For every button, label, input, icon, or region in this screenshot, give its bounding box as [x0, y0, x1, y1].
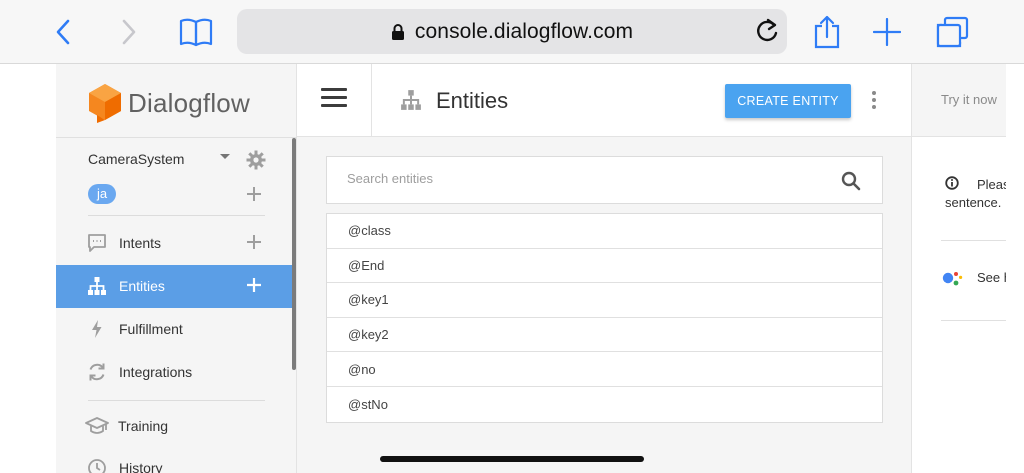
- book-icon: [179, 18, 213, 47]
- bookmarks-button[interactable]: [177, 14, 215, 50]
- entity-row[interactable]: @class: [327, 214, 882, 249]
- chevron-right-icon: [122, 19, 136, 45]
- plus-icon: [247, 235, 261, 249]
- sidebar-item-label: Entities: [119, 278, 165, 294]
- sidebar-item-label: Intents: [119, 235, 162, 251]
- kebab-icon-dot: [872, 105, 876, 109]
- lock-icon: [391, 23, 404, 40]
- sidebar-item-training[interactable]: Training: [56, 405, 292, 447]
- test-console-panel: Try it now Pleas sentence. See h: [911, 64, 1007, 473]
- sidebar-item-label: Fulfillment: [119, 321, 183, 337]
- hierarchy-icon: [87, 276, 107, 296]
- kebab-icon-dot: [872, 91, 876, 95]
- language-badge[interactable]: ja: [88, 184, 117, 204]
- info-message: Pleas sentence.: [945, 177, 1007, 210]
- entity-row[interactable]: @no: [327, 352, 882, 387]
- divider: [941, 240, 1007, 241]
- assistant-link-text[interactable]: See h: [977, 270, 1007, 285]
- entity-row[interactable]: @key2: [327, 318, 882, 353]
- google-assistant-icon: [942, 270, 964, 291]
- back-button[interactable]: [45, 14, 81, 50]
- window-edge: [1006, 64, 1024, 473]
- sidebar-item-label: Training: [118, 418, 169, 434]
- entity-list: @class @End @key1 @key2 @no @stNo: [326, 213, 883, 423]
- graduation-cap-icon: [85, 416, 109, 436]
- forward-button[interactable]: [111, 14, 147, 50]
- chat-icon: [87, 233, 107, 253]
- caret-down-icon: [220, 154, 230, 159]
- plus-icon: [247, 278, 261, 292]
- search-input[interactable]: [347, 171, 817, 186]
- divider: [941, 320, 1007, 321]
- add-entity-button[interactable]: [246, 277, 262, 298]
- divider: [88, 400, 265, 401]
- sidebar: Dialogflow CameraSystem ja Intents Entit…: [56, 64, 297, 473]
- plus-icon: [873, 18, 901, 46]
- add-language-button[interactable]: [246, 186, 262, 207]
- sidebar-item-entities[interactable]: Entities: [56, 265, 292, 308]
- page-title: Entities: [436, 88, 509, 113]
- search-icon[interactable]: [840, 170, 862, 197]
- test-console-header: Try it now: [912, 64, 1007, 137]
- sidebar-item-integrations[interactable]: Integrations: [56, 351, 292, 393]
- share-icon: [814, 15, 840, 49]
- chevron-left-icon: [56, 19, 70, 45]
- sidebar-item-intents[interactable]: Intents: [56, 222, 292, 264]
- try-it-now-input[interactable]: Try it now: [941, 92, 997, 107]
- tabs-icon: [936, 16, 969, 48]
- browser-toolbar: console.dialogflow.com: [0, 0, 1024, 64]
- menu-toggle-button[interactable]: [321, 88, 347, 108]
- home-indicator[interactable]: [380, 456, 644, 462]
- divider: [371, 64, 372, 137]
- address-bar[interactable]: console.dialogflow.com: [237, 9, 787, 54]
- logo-text: Dialogflow: [128, 87, 250, 118]
- agent-settings-button[interactable]: [246, 150, 266, 175]
- search-box: [326, 156, 883, 204]
- dialogflow-logo[interactable]: Dialogflow: [87, 83, 250, 123]
- entity-row[interactable]: @End: [327, 249, 882, 284]
- create-entity-button[interactable]: CREATE ENTITY: [725, 84, 851, 118]
- share-button[interactable]: [809, 14, 845, 50]
- sidebar-item-label: Integrations: [119, 364, 193, 380]
- page-header: Entities CREATE ENTITY: [297, 64, 911, 137]
- sidebar-item-history[interactable]: History: [56, 447, 292, 473]
- hierarchy-icon: [400, 89, 422, 116]
- kebab-icon-dot: [872, 98, 876, 102]
- entity-row[interactable]: @stNo: [327, 387, 882, 422]
- gear-icon: [246, 150, 266, 170]
- lightning-icon: [87, 319, 107, 339]
- hamburger-icon-line: [321, 88, 347, 91]
- sidebar-item-fulfillment[interactable]: Fulfillment: [56, 308, 292, 350]
- sidebar-item-label: History: [119, 460, 163, 473]
- clock-icon: [87, 458, 107, 473]
- url-text: console.dialogflow.com: [414, 19, 634, 43]
- reload-icon: [757, 18, 778, 42]
- divider: [88, 215, 265, 216]
- add-intent-button[interactable]: [246, 234, 262, 255]
- hamburger-icon-line: [321, 96, 347, 99]
- divider: [56, 137, 297, 138]
- more-options-button[interactable]: [871, 91, 877, 109]
- agent-selector[interactable]: CameraSystem: [88, 150, 268, 170]
- agent-name: CameraSystem: [88, 151, 185, 167]
- reload-button[interactable]: [755, 18, 779, 49]
- hamburger-icon-line: [321, 104, 347, 107]
- sidebar-scrollbar[interactable]: [292, 138, 296, 370]
- main-content: @class @End @key1 @key2 @no @stNo: [297, 137, 911, 473]
- dialogflow-logo-icon: [89, 84, 121, 123]
- tabs-button[interactable]: [934, 14, 970, 50]
- entity-row[interactable]: @key1: [327, 283, 882, 318]
- new-tab-button[interactable]: [869, 14, 905, 50]
- plus-icon: [247, 187, 261, 201]
- sync-icon: [87, 362, 107, 382]
